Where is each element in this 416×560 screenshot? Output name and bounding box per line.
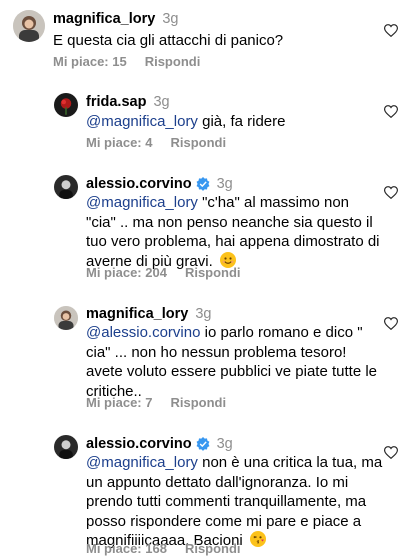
heart-icon[interactable] <box>384 186 398 199</box>
comment-meta: Mi piace: 4 Rispondi <box>86 135 226 150</box>
comment-text: @alessio.corvino io parlo romano e dico … <box>86 324 378 400</box>
username[interactable]: magnifica_lory <box>86 306 188 322</box>
comment-text: @magnifica_lory non è una critica la tua… <box>86 454 383 549</box>
heart-icon[interactable] <box>384 446 398 459</box>
comment-meta: Mi piace: 15 Rispondi <box>53 54 200 69</box>
username[interactable]: frida.sap <box>86 94 146 110</box>
reply-button[interactable]: Rispondi <box>170 395 226 410</box>
avatar[interactable] <box>13 10 45 42</box>
mention-link[interactable]: @magnifica_lory <box>86 454 198 471</box>
likes-count[interactable]: Mi piace: 168 <box>86 541 167 556</box>
likes-count[interactable]: Mi piace: 204 <box>86 265 167 280</box>
comment-header: alessio.corvino 3g <box>86 436 233 452</box>
heart-icon[interactable] <box>384 105 398 118</box>
verified-badge-icon <box>196 177 210 191</box>
timestamp: 3g <box>153 94 170 110</box>
verified-badge-icon <box>196 437 210 451</box>
avatar[interactable] <box>54 175 78 199</box>
kissing-face-emoji <box>249 531 266 547</box>
timestamp: 3g <box>216 436 233 452</box>
reply-button[interactable]: Rispondi <box>185 265 241 280</box>
username[interactable]: magnifica_lory <box>53 11 155 27</box>
username[interactable]: alessio.corvino <box>86 176 192 192</box>
reply-button[interactable]: Rispondi <box>185 541 241 556</box>
comment-meta: Mi piace: 168 Rispondi <box>86 541 241 556</box>
comment-header: alessio.corvino 3g <box>86 176 233 192</box>
reply-button[interactable]: Rispondi <box>170 135 226 150</box>
comment-header: magnifica_lory 3g <box>53 11 178 27</box>
heart-icon[interactable] <box>384 317 398 330</box>
likes-count[interactable]: Mi piace: 7 <box>86 395 152 410</box>
comment-meta: Mi piace: 7 Rispondi <box>86 395 226 410</box>
likes-count[interactable]: Mi piace: 15 <box>53 54 127 69</box>
heart-icon[interactable] <box>384 24 398 37</box>
comment-text: @magnifica_lory "c'ha" al massimo non "c… <box>86 194 380 270</box>
mention-link[interactable]: @alessio.corvino <box>86 324 200 341</box>
avatar[interactable] <box>54 435 78 459</box>
comment-header: magnifica_lory 3g <box>86 306 211 322</box>
avatar[interactable] <box>54 306 78 330</box>
mention-link[interactable]: @magnifica_lory <box>86 194 198 211</box>
comment-meta: Mi piace: 204 Rispondi <box>86 265 241 280</box>
comment-header: frida.sap 3g <box>86 94 170 110</box>
avatar[interactable] <box>54 93 78 117</box>
timestamp: 3g <box>216 176 233 192</box>
comment-text: E questa cia gli attacchi di panico? <box>53 32 284 49</box>
mention-link[interactable]: @magnifica_lory <box>86 113 198 130</box>
timestamp: 3g <box>162 11 179 27</box>
likes-count[interactable]: Mi piace: 4 <box>86 135 152 150</box>
reply-button[interactable]: Rispondi <box>145 54 201 69</box>
timestamp: 3g <box>195 306 212 322</box>
comment-text: @magnifica_lory già, fa ridere <box>86 113 286 130</box>
username[interactable]: alessio.corvino <box>86 436 192 452</box>
